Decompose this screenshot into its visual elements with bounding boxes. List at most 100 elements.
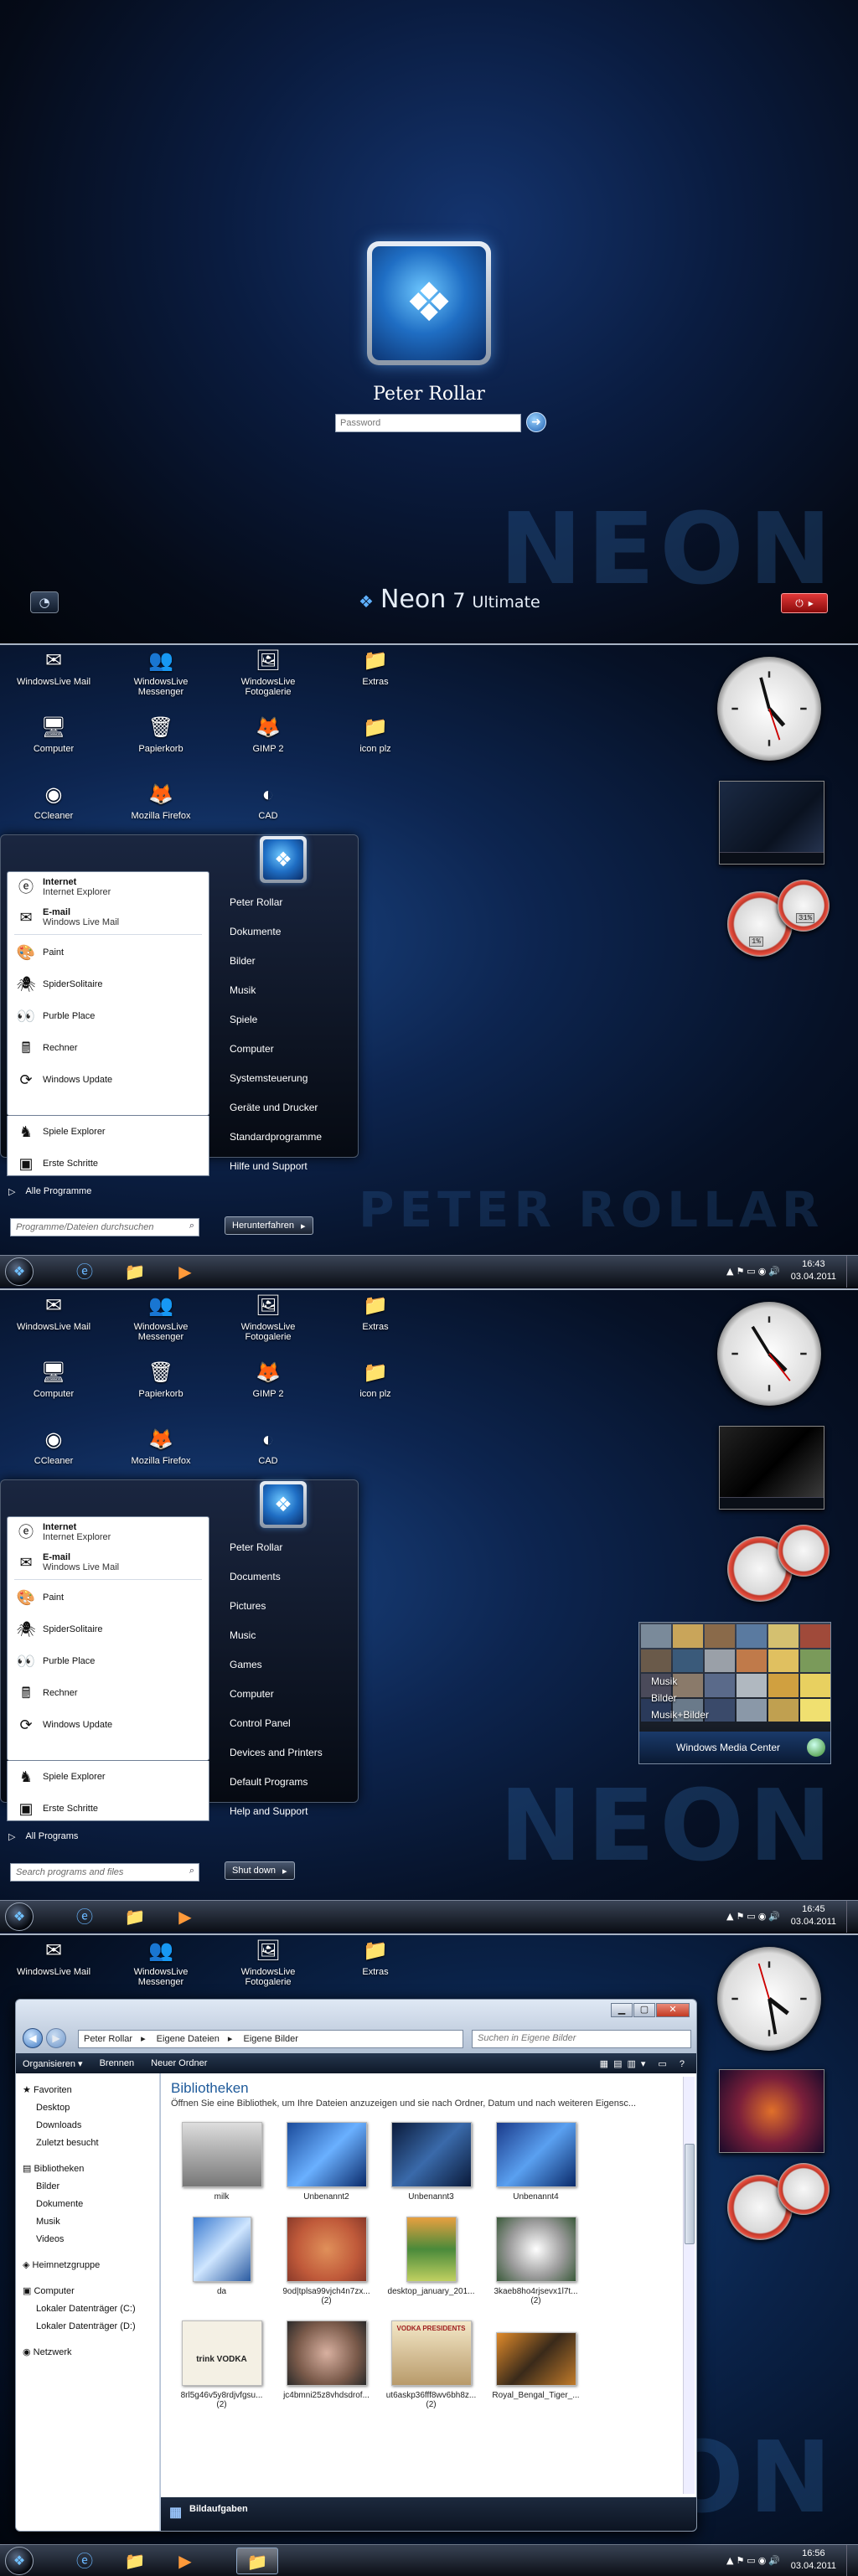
clock-gadget[interactable] xyxy=(717,1302,821,1406)
pinned-internet[interactable]: ⓔ Internet Internet Explorer xyxy=(8,872,209,902)
desktop-icon-windowslive-mail[interactable]: ✉ WindowsLive Mail xyxy=(12,1938,96,1977)
slideshow-controls[interactable] xyxy=(720,852,824,864)
slideshow-gadget[interactable] xyxy=(719,781,824,865)
desktop-icon-gimp[interactable]: 🦊 GIMP 2 xyxy=(226,1360,310,1399)
cpu-meter-gadget[interactable]: 1% 31% xyxy=(722,880,831,963)
start-search-input[interactable]: Search programs and files ⌕ xyxy=(10,1863,199,1882)
desktop-icon-gimp[interactable]: 🦊 GIMP 2 xyxy=(226,715,310,754)
tree-libraries[interactable]: ▤ Bibliotheken xyxy=(23,2160,159,2178)
desktop-icon-ccleaner[interactable]: ◉ CCleaner xyxy=(12,1427,96,1466)
place-control-panel[interactable]: Control Panel xyxy=(226,1709,352,1738)
recent-erste-schritte[interactable]: ▣ Erste Schritte xyxy=(8,1793,209,1825)
place-user[interactable]: Peter Rollar xyxy=(226,1533,352,1562)
recent-spiele-explorer[interactable]: ♞ Spiele Explorer xyxy=(8,1116,209,1148)
maximize-button[interactable]: ▢ xyxy=(633,2003,655,2017)
desktop-icon-computer[interactable]: 🖥 Computer xyxy=(12,715,96,754)
file-item[interactable]: Unbenannt2 xyxy=(274,2122,379,2202)
cpu-meter-gadget[interactable] xyxy=(722,1525,831,1608)
tree-drive-c[interactable]: Lokaler Datenträger (C:) xyxy=(23,2300,159,2318)
file-item[interactable]: Unbenannt3 xyxy=(379,2122,483,2202)
pinned-email[interactable]: ✉ E-mail Windows Live Mail xyxy=(8,1547,209,1577)
clock-gadget[interactable] xyxy=(717,657,821,761)
start-button[interactable]: ❖ xyxy=(5,2547,34,2575)
user-avatar[interactable]: ❖ xyxy=(367,241,491,365)
desktop-icon-firefox[interactable]: 🦊 Mozilla Firefox xyxy=(119,1427,203,1466)
show-desktop-button[interactable] xyxy=(846,1901,858,1933)
place-music[interactable]: Musik xyxy=(226,976,352,1005)
recent-paint[interactable]: 🎨 Paint xyxy=(8,1582,209,1613)
place-computer[interactable]: Computer xyxy=(226,1680,352,1709)
breadcrumb-eigene-bilder[interactable]: Eigene Bilder xyxy=(244,2034,298,2044)
media-item-bilder[interactable]: Bilder xyxy=(651,1690,709,1706)
desktop-icon-windowslive-mail[interactable]: ✉ WindowsLive Mail xyxy=(12,1293,96,1332)
clock-time[interactable]: 16:43 03.04.2011 xyxy=(791,1258,836,1283)
place-games[interactable]: Games xyxy=(226,1650,352,1680)
show-desktop-button[interactable] xyxy=(846,1256,858,1288)
recent-spidersolitaire[interactable]: 🕷 SpiderSolitaire xyxy=(8,1613,209,1645)
tree-drive-d[interactable]: Lokaler Datenträger (D:) xyxy=(23,2318,159,2336)
place-user[interactable]: Peter Rollar xyxy=(226,888,352,917)
media-item-musik-bilder[interactable]: Musik+Bilder xyxy=(651,1706,709,1723)
system-tray[interactable]: ▲⚑▭◉🔊 xyxy=(726,1266,783,1277)
place-documents[interactable]: Dokumente xyxy=(226,917,352,947)
desktop-icon-ccleaner[interactable]: ◉ CCleaner xyxy=(12,782,96,821)
file-item[interactable]: 9od|tplsa99vjch4n7zx... (2) xyxy=(274,2217,379,2305)
tree-desktop[interactable]: Desktop xyxy=(23,2099,159,2117)
system-tray[interactable]: ▲⚑▭◉🔊 xyxy=(726,2555,783,2566)
desktop-icon-icon-plz[interactable]: 📁 icon plz xyxy=(333,1360,417,1399)
media-center-gadget[interactable]: Musik Bilder Musik+Bilder Windows Media … xyxy=(638,1622,831,1764)
tree-videos[interactable]: Videos xyxy=(23,2231,159,2248)
desktop-icon-fotogalerie[interactable]: 🖼 WindowsLive Fotogalerie xyxy=(226,1293,310,1342)
recent-purble-place[interactable]: 👀 Purble Place xyxy=(8,1645,209,1677)
file-item[interactable]: trink VODKA 8rl5g46v5y8rdjvfgsu... (2) xyxy=(169,2320,274,2409)
file-item[interactable]: da xyxy=(169,2217,274,2305)
taskbar-explorer-icon[interactable]: 📁 xyxy=(114,1258,156,1285)
file-item[interactable]: milk xyxy=(169,2122,274,2202)
desktop-icon-extras[interactable]: 📁 Extras xyxy=(333,1293,417,1332)
tree-favorites[interactable]: ★ Favoriten xyxy=(23,2082,159,2099)
recent-spiele-explorer[interactable]: ♞ Spiele Explorer xyxy=(8,1761,209,1793)
tree-computer[interactable]: ▣ Computer xyxy=(23,2283,159,2300)
start-button[interactable]: ❖ xyxy=(5,1902,34,1931)
recent-paint[interactable]: 🎨 Paint xyxy=(8,937,209,968)
desktop-icon-messenger[interactable]: 👥 WindowsLive Messenger xyxy=(119,1938,203,1987)
taskbar-media-player-icon[interactable]: ▶ xyxy=(164,1903,206,1930)
place-help[interactable]: Hilfe und Support xyxy=(226,1152,352,1181)
close-button[interactable]: ✕ xyxy=(656,2003,690,2017)
desktop-icon-computer[interactable]: 🖥 Computer xyxy=(12,1360,96,1399)
recent-purble-place[interactable]: 👀 Purble Place xyxy=(8,1000,209,1032)
desktop-icon-fotogalerie[interactable]: 🖼 WindowsLive Fotogalerie xyxy=(226,648,310,697)
recent-windows-update[interactable]: ⟳ Windows Update xyxy=(8,1709,209,1741)
tree-downloads[interactable]: Downloads xyxy=(23,2117,159,2135)
file-item[interactable]: Unbenannt4 xyxy=(483,2122,588,2202)
desktop-icon-extras[interactable]: 📁 Extras xyxy=(333,1938,417,1977)
taskbar-ie-icon[interactable]: ⓔ xyxy=(64,2548,106,2574)
desktop-icon-icon-plz[interactable]: 📁 icon plz xyxy=(333,715,417,754)
taskbar-explorer-icon[interactable]: 📁 xyxy=(114,2548,156,2574)
shutdown-button[interactable]: Shut down ▸ xyxy=(225,1861,295,1880)
tree-recent[interactable]: Zuletzt besucht xyxy=(23,2135,159,2152)
place-default-programs[interactable]: Default Programs xyxy=(226,1768,352,1797)
start-button[interactable]: ❖ xyxy=(5,1257,34,1286)
media-center-orb-icon[interactable] xyxy=(807,1738,825,1757)
tree-music[interactable]: Musik xyxy=(23,2213,159,2231)
place-help[interactable]: Help and Support xyxy=(226,1797,352,1826)
taskbar-explorer-window-button[interactable]: 📁 xyxy=(236,2548,278,2574)
desktop-icon-firefox[interactable]: 🦊 Mozilla Firefox xyxy=(119,782,203,821)
desktop-icon-papierkorb[interactable]: 🗑 Papierkorb xyxy=(119,1360,203,1399)
taskbar-explorer-icon[interactable]: 📁 xyxy=(114,1903,156,1930)
show-desktop-button[interactable] xyxy=(846,2545,858,2576)
burn-button[interactable]: Brennen xyxy=(100,2058,135,2068)
desktop-icon-messenger[interactable]: 👥 WindowsLive Messenger xyxy=(119,1293,203,1342)
desktop-icon-fotogalerie[interactable]: 🖼 WindowsLive Fotogalerie xyxy=(226,1938,310,1987)
tree-pictures[interactable]: Bilder xyxy=(23,2178,159,2196)
tree-documents[interactable]: Dokumente xyxy=(23,2196,159,2213)
forward-button[interactable]: ▶ xyxy=(46,2028,66,2048)
place-devices[interactable]: Geräte und Drucker xyxy=(226,1093,352,1123)
organize-button[interactable]: Organisieren ▾ xyxy=(23,2058,83,2069)
start-search-input[interactable]: Programme/Dateien durchsuchen ⌕ xyxy=(10,1218,199,1236)
recent-rechner[interactable]: 🖩 Rechner xyxy=(8,1032,209,1064)
breadcrumb-user[interactable]: Peter Rollar xyxy=(84,2034,132,2044)
desktop-icon-cad[interactable]: ◐ CAD xyxy=(226,1427,310,1466)
slideshow-gadget[interactable] xyxy=(719,2069,824,2153)
